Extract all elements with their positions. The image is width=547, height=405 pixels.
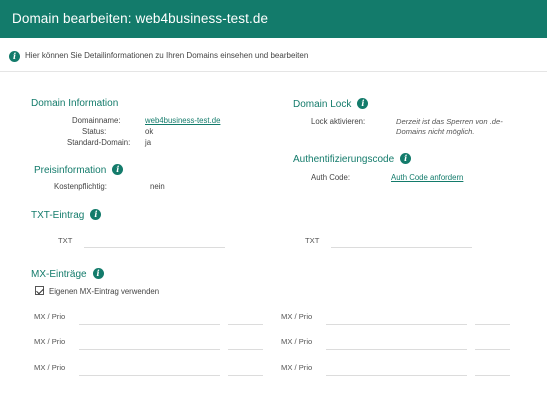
txt-record-title: TXT-Eintrag i [31, 209, 102, 221]
standard-domain-label: Standard-Domain: [67, 138, 131, 147]
cost-label: Kostenpflichtig: [54, 182, 107, 191]
lock-note: Derzeit ist das Sperren von .de-Domains … [396, 117, 503, 136]
mx-records-title: MX-Einträge i [31, 268, 104, 280]
info-icon[interactable]: i [357, 98, 369, 109]
info-text: Hier können Sie Detailinformationen zu I… [25, 51, 309, 60]
mx-prio-label: MX / Prio [281, 363, 313, 372]
domainname-label: Domainname: [72, 116, 121, 125]
info-icon: i [9, 51, 20, 62]
mx-host-input[interactable] [326, 360, 467, 376]
mx-host-input[interactable] [326, 334, 467, 350]
mx-prio-input[interactable] [475, 360, 510, 376]
own-mx-checkbox[interactable] [35, 286, 44, 295]
txt-input-left[interactable] [84, 232, 225, 248]
domain-information-title: Domain Information [31, 98, 119, 109]
auth-code-label: Auth Code: [311, 173, 351, 182]
page-title: Domain bearbeiten: web4business-test.de [0, 0, 547, 38]
auth-code-title: Authentifizierungscode i [293, 153, 412, 165]
cost-value: nein [150, 182, 165, 191]
mx-host-input[interactable] [79, 334, 220, 350]
status-value: ok [145, 127, 154, 136]
info-banner: i Hier können Sie Detailinformationen zu… [0, 38, 547, 72]
mx-host-input[interactable] [326, 309, 467, 325]
mx-prio-label: MX / Prio [34, 337, 66, 346]
own-mx-checkbox-label: Eigenen MX-Eintrag verwenden [49, 287, 160, 296]
mx-prio-label: MX / Prio [34, 312, 66, 321]
domain-lock-title: Domain Lock i [293, 98, 369, 110]
mx-prio-input[interactable] [228, 334, 263, 350]
mx-prio-input[interactable] [228, 360, 263, 376]
standard-domain-value: ja [145, 138, 152, 147]
info-icon[interactable]: i [92, 268, 104, 279]
mx-host-input[interactable] [79, 360, 220, 376]
mx-host-input[interactable] [79, 309, 220, 325]
price-information-title: Preisinformation i [34, 164, 124, 176]
status-label: Status: [82, 127, 107, 136]
lock-label: Lock aktivieren: [311, 117, 366, 126]
txt-label-left: TXT [58, 236, 73, 245]
txt-input-right[interactable] [331, 232, 472, 248]
txt-label-right: TXT [305, 236, 320, 245]
mx-prio-input[interactable] [228, 309, 263, 325]
mx-prio-label: MX / Prio [281, 337, 313, 346]
mx-prio-label: MX / Prio [281, 312, 313, 321]
mx-prio-input[interactable] [475, 334, 510, 350]
mx-prio-label: MX / Prio [34, 363, 66, 372]
info-icon[interactable]: i [90, 209, 102, 220]
request-auth-code-link[interactable]: Auth Code anfordern [391, 173, 463, 182]
info-icon[interactable]: i [400, 153, 412, 164]
domainname-link[interactable]: web4business-test.de [145, 116, 220, 125]
info-icon[interactable]: i [112, 164, 124, 175]
mx-prio-input[interactable] [475, 309, 510, 325]
